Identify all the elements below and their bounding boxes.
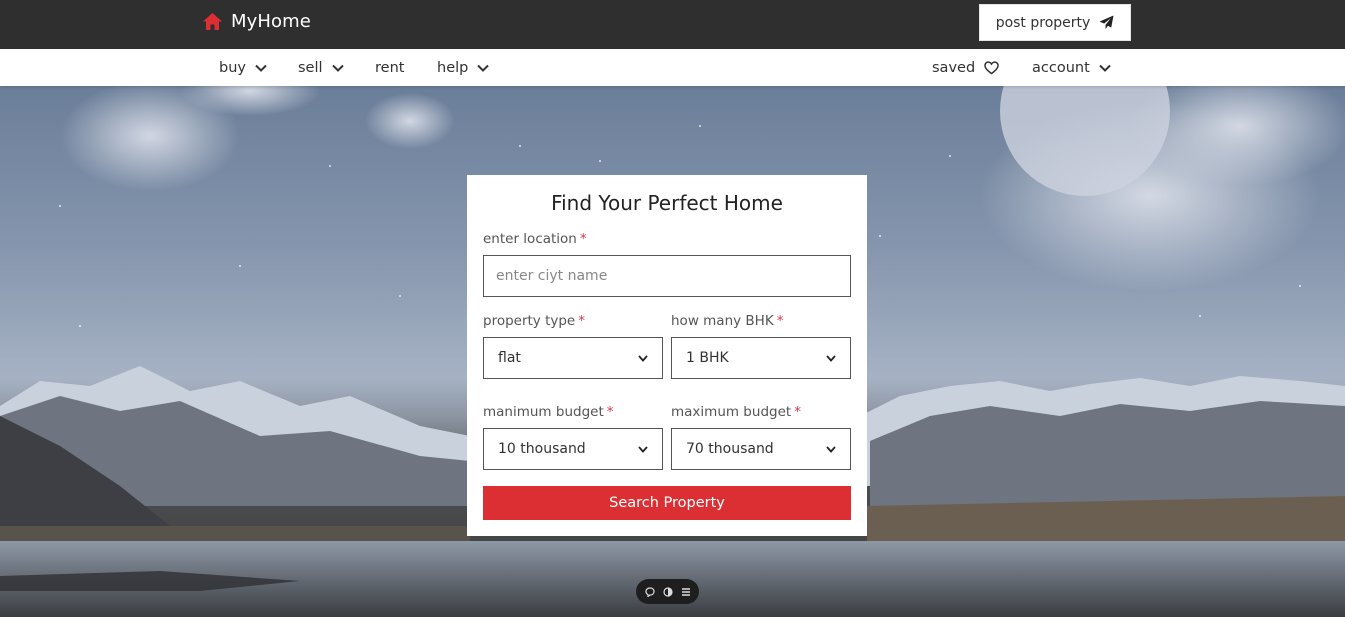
chevron-down-icon [638, 445, 648, 453]
bhk-select[interactable]: 1 BHK [671, 337, 851, 379]
brand-name: MyHome [231, 11, 311, 32]
location-input[interactable] [483, 255, 851, 297]
chat-icon[interactable] [644, 586, 655, 597]
bhk-label-text: how many BHK [671, 313, 774, 329]
nav-sell[interactable]: sell [298, 49, 344, 86]
contrast-icon[interactable] [662, 586, 673, 597]
nav-account[interactable]: account [1032, 49, 1111, 86]
location-label: enter location * [483, 231, 587, 247]
nav-help-label: help [437, 59, 469, 76]
chevron-down-icon [1099, 64, 1111, 72]
nav-buy[interactable]: buy [219, 49, 267, 86]
heart-icon [984, 60, 999, 75]
home-icon [203, 13, 222, 30]
required-mark: * [578, 313, 585, 329]
search-card: Find Your Perfect Home enter location* p… [467, 175, 867, 536]
nav-saved[interactable]: saved [932, 49, 999, 86]
min-budget-label-text: manimum budget [483, 404, 604, 420]
nav-account-label: account [1032, 59, 1090, 76]
chevron-down-icon [638, 354, 648, 362]
post-property-label: post property [995, 14, 1091, 31]
chevron-down-icon [826, 354, 836, 362]
brand-logo[interactable]: MyHome [202, 11, 311, 32]
bhk-label: how many BHK * [671, 313, 783, 329]
property-type-label: property type * [483, 313, 585, 329]
min-budget-label: manimum budget * [483, 404, 614, 420]
chevron-down-icon [826, 445, 836, 453]
location-label-text: enter location [483, 231, 577, 247]
nav-rent-label: rent [375, 59, 405, 76]
max-budget-value: 70 thousand [686, 441, 774, 457]
chevron-down-icon [255, 64, 267, 72]
nav-rent[interactable]: rent [375, 49, 404, 86]
max-budget-label-text: maximum budget [671, 404, 792, 420]
chevron-down-icon [477, 64, 490, 72]
menu-icon[interactable] [681, 587, 691, 597]
main-nav: buy sell rent help saved account [0, 49, 1345, 86]
nav-sell-label: sell [298, 59, 323, 76]
required-mark: * [794, 404, 801, 420]
property-type-label-text: property type [483, 313, 576, 329]
bhk-value: 1 BHK [686, 350, 729, 366]
min-budget-value: 10 thousand [498, 441, 586, 457]
search-card-title: Find Your Perfect Home [551, 191, 783, 215]
paper-plane-icon [1099, 15, 1114, 30]
property-type-select[interactable]: flat [483, 337, 663, 379]
floating-toolbar [636, 579, 699, 604]
nav-buy-label: buy [219, 59, 246, 76]
max-budget-select[interactable]: 70 thousand [671, 428, 851, 470]
required-mark: * [579, 231, 587, 247]
search-property-button[interactable]: Search Property [483, 486, 851, 520]
min-budget-select[interactable]: 10 thousand [483, 428, 663, 470]
post-property-button[interactable]: post property [979, 4, 1131, 41]
chevron-down-icon [331, 64, 344, 72]
property-type-value: flat [498, 350, 521, 366]
nav-saved-label: saved [932, 59, 976, 76]
top-header: MyHome post property [0, 0, 1345, 49]
max-budget-label: maximum budget * [671, 404, 801, 420]
required-mark: * [776, 313, 784, 329]
nav-help[interactable]: help [437, 49, 490, 86]
required-mark: * [606, 404, 614, 420]
